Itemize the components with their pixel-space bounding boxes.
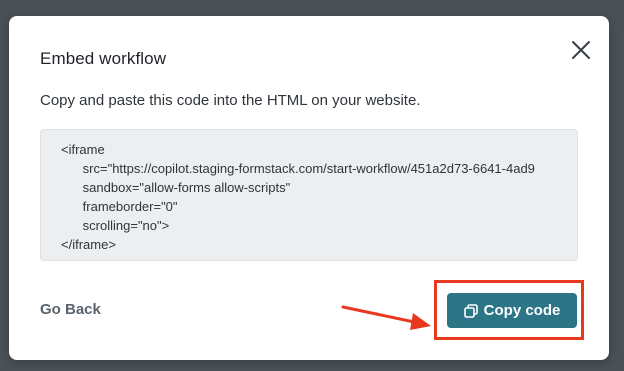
close-button[interactable]	[569, 38, 593, 62]
code-line: <iframe	[61, 142, 105, 157]
annotation-arrow-icon	[341, 305, 431, 330]
code-line: </iframe>	[61, 237, 116, 252]
copy-code-button[interactable]: Copy code	[447, 293, 577, 328]
code-line: src="https://copilot.staging-formstack.c…	[61, 161, 535, 176]
copy-code-label: Copy code	[483, 302, 561, 319]
embed-workflow-dialog: Embed workflow Copy and paste this code …	[9, 16, 609, 360]
dialog-title: Embed workflow	[40, 49, 167, 68]
close-icon	[572, 41, 590, 59]
embed-code-block[interactable]: <iframe src="https://copilot.staging-for…	[40, 129, 578, 261]
copy-icon	[463, 303, 478, 318]
go-back-button[interactable]: Go Back	[40, 301, 101, 318]
dialog-description: Copy and paste this code into the HTML o…	[40, 92, 421, 109]
code-line: frameborder="0"	[61, 199, 178, 214]
code-line: sandbox="allow-forms allow-scripts"	[61, 180, 291, 195]
code-line: scrolling="no">	[61, 218, 170, 233]
